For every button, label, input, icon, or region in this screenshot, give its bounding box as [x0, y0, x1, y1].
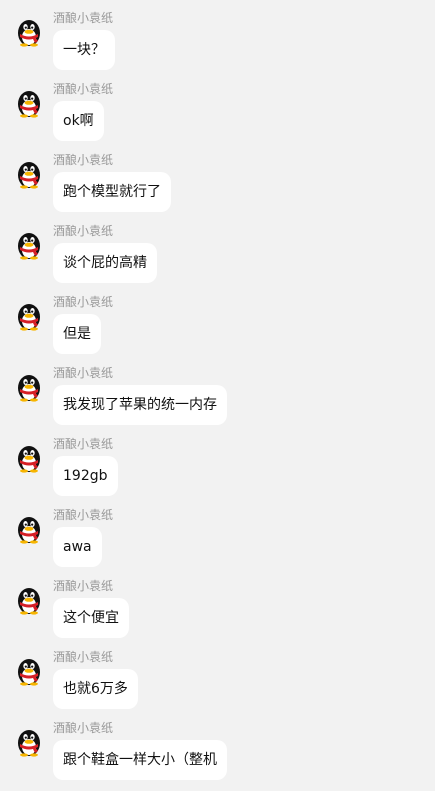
message-bubble[interactable]: 这个便宜	[53, 598, 129, 638]
sender-name: 酒酿小袁纸	[53, 11, 114, 25]
avatar[interactable]	[12, 298, 46, 332]
avatar[interactable]	[12, 369, 46, 403]
chat-message: 酒酿小袁纸 谈个屁的高精	[0, 223, 435, 294]
sender-name: 酒酿小袁纸	[53, 153, 114, 167]
qq-penguin-icon	[18, 162, 40, 189]
avatar[interactable]	[12, 440, 46, 474]
message-bubble[interactable]: ok啊	[53, 101, 104, 141]
sender-name: 酒酿小袁纸	[53, 295, 114, 309]
qq-penguin-icon	[18, 659, 40, 686]
sender-name: 酒酿小袁纸	[53, 579, 114, 593]
chat-message: 酒酿小袁纸 ok啊	[0, 81, 435, 152]
message-bubble[interactable]: awa	[53, 527, 102, 567]
chat-message: 酒酿小袁纸 192gb	[0, 436, 435, 507]
qq-penguin-icon	[18, 91, 40, 118]
message-bubble[interactable]: 192gb	[53, 456, 118, 496]
qq-penguin-icon	[18, 517, 40, 544]
message-bubble[interactable]: 跑个模型就行了	[53, 172, 171, 212]
sender-name: 酒酿小袁纸	[53, 82, 114, 96]
sender-name: 酒酿小袁纸	[53, 721, 114, 735]
avatar[interactable]	[12, 85, 46, 119]
qq-penguin-icon	[18, 446, 40, 473]
chat-message: 酒酿小袁纸 跟个鞋盒一样大小（整机	[0, 720, 435, 791]
qq-penguin-icon	[18, 304, 40, 331]
qq-penguin-icon	[18, 588, 40, 615]
avatar[interactable]	[12, 653, 46, 687]
chat-message: 酒酿小袁纸 一块？	[0, 10, 435, 81]
avatar[interactable]	[12, 724, 46, 758]
chat-message-list[interactable]: 酒酿小袁纸 一块？ 酒酿小袁纸 ok啊 酒酿小袁纸 跑个模型就行了 酒酿小袁纸 …	[0, 0, 435, 783]
chat-message: 酒酿小袁纸 awa	[0, 507, 435, 578]
qq-penguin-icon	[18, 20, 40, 47]
sender-name: 酒酿小袁纸	[53, 437, 114, 451]
message-bubble[interactable]: 一块？	[53, 30, 115, 70]
chat-message: 酒酿小袁纸 我发现了苹果的统一内存	[0, 365, 435, 436]
sender-name: 酒酿小袁纸	[53, 366, 114, 380]
qq-penguin-icon	[18, 375, 40, 402]
chat-message: 酒酿小袁纸 但是	[0, 294, 435, 365]
message-bubble[interactable]: 谈个屁的高精	[53, 243, 157, 283]
chat-message: 酒酿小袁纸 这个便宜	[0, 578, 435, 649]
qq-penguin-icon	[18, 730, 40, 757]
chat-message: 酒酿小袁纸 跑个模型就行了	[0, 152, 435, 223]
avatar[interactable]	[12, 511, 46, 545]
sender-name: 酒酿小袁纸	[53, 224, 114, 238]
message-bubble[interactable]: 跟个鞋盒一样大小（整机	[53, 740, 227, 780]
sender-name: 酒酿小袁纸	[53, 650, 114, 664]
message-bubble[interactable]: 也就6万多	[53, 669, 138, 709]
avatar[interactable]	[12, 14, 46, 48]
chat-message: 酒酿小袁纸 也就6万多	[0, 649, 435, 720]
qq-penguin-icon	[18, 233, 40, 260]
message-bubble[interactable]: 我发现了苹果的统一内存	[53, 385, 227, 425]
avatar[interactable]	[12, 156, 46, 190]
avatar[interactable]	[12, 582, 46, 616]
message-bubble[interactable]: 但是	[53, 314, 101, 354]
sender-name: 酒酿小袁纸	[53, 508, 114, 522]
avatar[interactable]	[12, 227, 46, 261]
